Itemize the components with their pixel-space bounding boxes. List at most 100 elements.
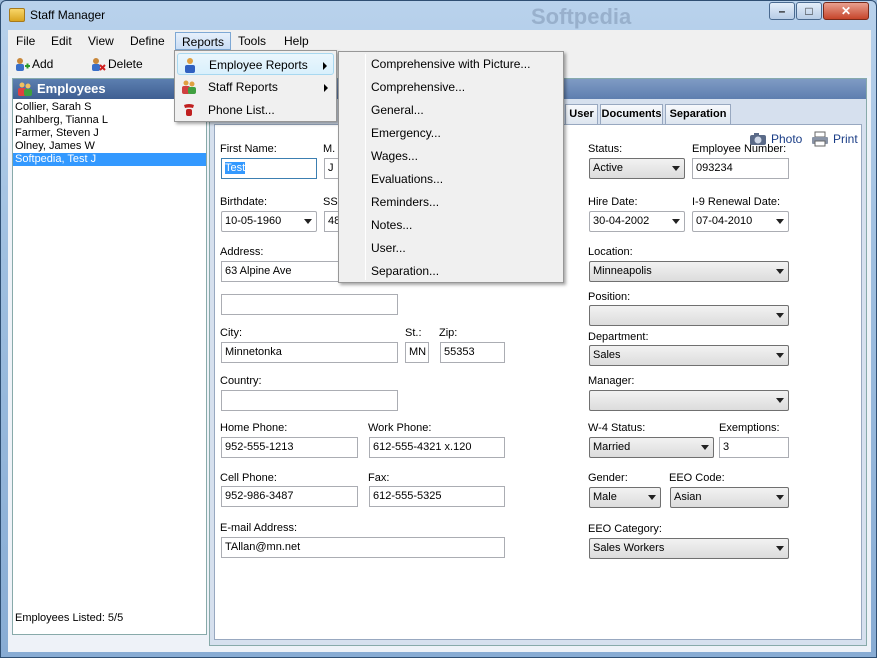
tab-user[interactable]: User [565,104,598,124]
close-button[interactable]: ✕ [823,2,869,20]
email-label: E-mail Address: [220,522,298,534]
country-field[interactable] [221,390,398,411]
report-general[interactable]: General... [371,102,424,118]
phone-icon [184,104,194,116]
location-label: Location: [588,246,633,258]
delete-button[interactable]: Delete [88,55,143,73]
chevron-down-icon [304,219,312,224]
report-evaluations[interactable]: Evaluations... [371,171,443,187]
minimize-icon: – [778,4,786,18]
city-field[interactable]: Minnetonka [221,342,398,363]
maximize-button[interactable]: □ [796,2,822,20]
manager-select[interactable] [589,390,789,411]
status-value: Active [593,162,623,174]
employee-row[interactable]: Farmer, Steven J [13,127,206,140]
eeo-category-label: EEO Category: [588,523,662,535]
app-window: Staff Manager Softpedia – □ ✕ File Edit … [0,0,877,658]
employee-row-selected[interactable]: Softpedia, Test J [13,153,206,166]
chevron-down-icon [776,398,784,403]
employee-reports-item[interactable]: Employee Reports [177,53,334,75]
eeo-code-select[interactable]: Asian [670,487,789,508]
menu-view[interactable]: View [82,32,120,50]
chevron-down-icon [776,495,784,500]
menu-tools[interactable]: Tools [232,32,272,50]
staff-reports-item[interactable]: Staff Reports [177,76,334,98]
department-select[interactable]: Sales [589,345,789,366]
maximize-icon: □ [805,4,813,18]
chevron-down-icon [701,445,709,450]
add-user-icon [16,58,30,71]
zip-field[interactable]: 55353 [440,342,505,363]
eeo-category-select[interactable]: Sales Workers [589,538,789,559]
report-notes[interactable]: Notes... [371,217,412,233]
print-label: Print [833,132,858,146]
report-user[interactable]: User... [371,240,406,256]
chevron-down-icon [648,495,656,500]
employee-reports-submenu: Comprehensive with Picture... Comprehens… [338,51,564,283]
employees-count: Employees Listed: 5/5 [15,612,124,624]
home-phone-field[interactable]: 952-555-1213 [221,437,358,458]
report-comprehensive[interactable]: Comprehensive... [371,79,465,95]
menu-file[interactable]: File [10,32,41,50]
i9-renewal-picker[interactable]: 07-04-2010 [692,211,789,232]
w4-status-value: Married [593,441,631,453]
work-phone-field[interactable]: 612-555-4321 x.120 [369,437,505,458]
chevron-down-icon [776,313,784,318]
add-label: Add [32,57,54,71]
birthdate-picker[interactable]: 10-05-1960 [221,211,317,232]
menu-define[interactable]: Define [124,32,171,50]
minimize-button[interactable]: – [769,2,795,20]
hire-date-value: 30-04-2002 [593,215,650,227]
state-field[interactable]: MN [405,342,429,363]
state-label: St.: [405,327,422,339]
report-reminders[interactable]: Reminders... [371,194,439,210]
address-line2-field[interactable] [221,294,398,315]
email-field[interactable]: TAllan@mn.net [221,537,505,558]
first-name-value: Test [225,162,246,174]
employee-number-field[interactable]: 093234 [692,158,789,179]
menu-help[interactable]: Help [278,32,315,50]
hire-date-label: Hire Date: [588,196,638,208]
tab-documents[interactable]: Documents [600,104,663,124]
chevron-down-icon [776,546,784,551]
phone-list-item[interactable]: Phone List... [177,99,334,121]
report-separation[interactable]: Separation... [371,263,439,279]
delete-user-icon [92,58,106,71]
home-phone-label: Home Phone: [220,422,288,434]
add-button[interactable]: Add [12,55,53,73]
menu-bar: File Edit View Define Reports Tools Help [8,30,871,52]
menu-gutter [365,54,366,280]
chevron-down-icon [776,269,784,274]
address-label: Address: [220,246,264,258]
submenu-arrow-icon [323,62,327,70]
employee-row[interactable]: Olney, James W [13,140,206,153]
exemptions-field[interactable]: 3 [719,437,789,458]
report-emergency[interactable]: Emergency... [371,125,441,141]
menu-edit[interactable]: Edit [45,32,78,50]
first-name-field[interactable]: Test [221,158,317,179]
work-phone-label: Work Phone: [368,422,432,434]
print-button[interactable]: Print [811,131,858,147]
middle-initial-label: M. [323,143,336,155]
status-select[interactable]: Active [589,158,685,179]
department-label: Department: [588,331,649,343]
hire-date-picker[interactable]: 30-04-2002 [589,211,685,232]
position-select[interactable] [589,305,789,326]
employee-reports-label: Employee Reports [209,58,308,72]
w4-status-label: W-4 Status: [588,422,646,434]
location-value: Minneapolis [593,265,652,277]
menu-reports[interactable]: Reports [175,32,232,50]
report-comprehensive-picture[interactable]: Comprehensive with Picture... [371,56,530,72]
eeo-code-value: Asian [674,491,702,503]
employees-panel: Employees Collier, Sarah S Dahlberg, Tia… [12,78,207,635]
watermark: Softpedia [531,4,632,29]
gender-select[interactable]: Male [589,487,661,508]
report-wages[interactable]: Wages... [371,148,418,164]
cell-phone-field[interactable]: 952-986-3487 [221,486,358,507]
fax-field[interactable]: 612-555-5325 [369,486,505,507]
w4-status-select[interactable]: Married [589,437,714,458]
title-bar[interactable]: Staff Manager Softpedia – □ ✕ [1,1,876,30]
tab-separation[interactable]: Separation [665,104,731,124]
chevron-down-icon [776,353,784,358]
location-select[interactable]: Minneapolis [589,261,789,282]
